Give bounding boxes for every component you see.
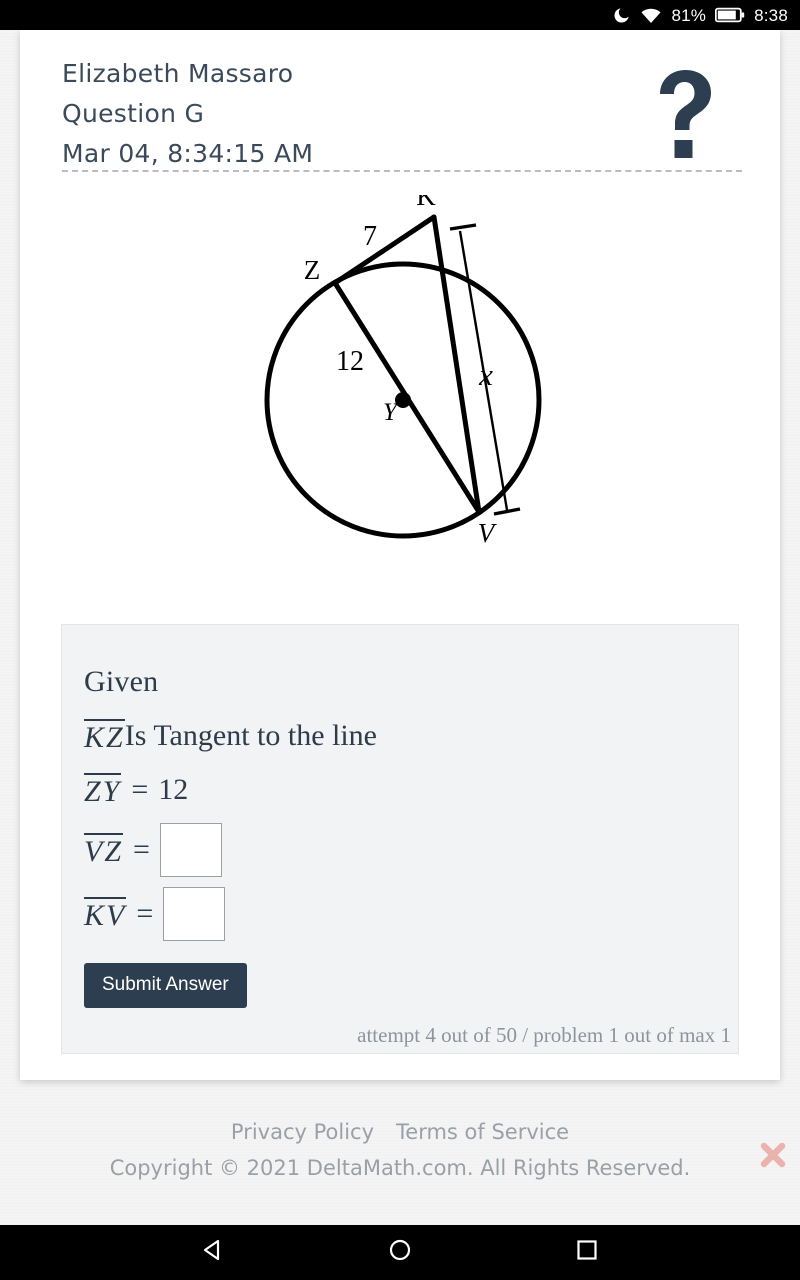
android-status-bar: 81% 8:38 xyxy=(0,0,800,30)
student-name: Elizabeth Massaro xyxy=(62,59,294,88)
submit-answer-button[interactable]: Submit Answer xyxy=(84,963,247,1008)
clock-label: 8:38 xyxy=(754,5,788,25)
close-x-icon[interactable] xyxy=(756,1138,790,1172)
segment-kz: KZ xyxy=(84,718,125,754)
battery-percent-label: 81% xyxy=(671,5,707,25)
question-mark-icon[interactable] xyxy=(650,68,720,163)
vz-answer-input[interactable] xyxy=(159,823,222,877)
label-tangent-length: 7 xyxy=(363,221,377,252)
recents-square-icon[interactable] xyxy=(574,1237,600,1268)
header-divider xyxy=(62,170,742,172)
label-z: Z xyxy=(304,255,321,285)
battery-icon xyxy=(715,7,745,23)
given-row-zy: ZY = 12 xyxy=(84,763,704,817)
segment-vz: VZ xyxy=(84,832,124,868)
home-circle-icon[interactable] xyxy=(387,1237,413,1268)
label-radius-length: 12 xyxy=(336,346,364,377)
attempt-status-text: attempt 4 out of 50 / problem 1 out of m… xyxy=(357,1023,731,1047)
given-block: Given KZ Is Tangent to the line ZY = 12 … xyxy=(84,655,704,941)
page-scroll-area: Elizabeth Massaro Question G Mar 04, 8:3… xyxy=(0,30,800,1225)
question-label: Question G xyxy=(62,99,205,128)
back-triangle-icon[interactable] xyxy=(200,1237,226,1268)
kv-answer-input[interactable] xyxy=(163,887,226,941)
tangent-statement: Is Tangent to the line xyxy=(124,719,377,752)
answer-panel: Given KZ Is Tangent to the line ZY = 12 … xyxy=(61,624,739,1054)
equals-sign-vz: = xyxy=(133,833,150,866)
circle-geometry-diagram: K Z 7 12 Y x V xyxy=(264,195,542,548)
given-row-kz: KZ Is Tangent to the line xyxy=(84,709,704,763)
privacy-policy-link[interactable]: Privacy Policy xyxy=(231,1120,374,1144)
given-title: Given xyxy=(84,665,159,698)
android-nav-bar xyxy=(0,1225,800,1280)
terms-of-service-link[interactable]: Terms of Service xyxy=(396,1120,569,1144)
moon-icon xyxy=(612,6,631,25)
question-header: Elizabeth Massaro Question G Mar 04, 8:3… xyxy=(62,54,622,174)
segment-zy: ZY xyxy=(84,772,122,808)
footer-links: Privacy Policy Terms of Service xyxy=(0,1120,800,1144)
segment-kv: KV xyxy=(84,896,127,932)
label-x: x xyxy=(478,357,493,392)
problem-card: Elizabeth Massaro Question G Mar 04, 8:3… xyxy=(20,30,780,1080)
label-k: K xyxy=(416,195,436,211)
figure-area: K Z 7 12 Y x V xyxy=(62,195,742,595)
question-timestamp: Mar 04, 8:34:15 AM xyxy=(62,139,314,168)
copyright-text: Copyright © 2021 DeltaMath.com. All Righ… xyxy=(109,1156,691,1180)
value-zy: 12 xyxy=(158,773,189,806)
equals-sign-kv: = xyxy=(136,897,154,930)
given-row-vz: VZ = xyxy=(84,823,704,877)
equals-sign-zy: = xyxy=(131,773,149,806)
page-footer: Privacy Policy Terms of Service Copyrigh… xyxy=(0,1120,800,1180)
label-v: V xyxy=(478,518,498,548)
given-row-kv: KV = xyxy=(84,887,704,941)
wifi-icon xyxy=(640,6,662,25)
